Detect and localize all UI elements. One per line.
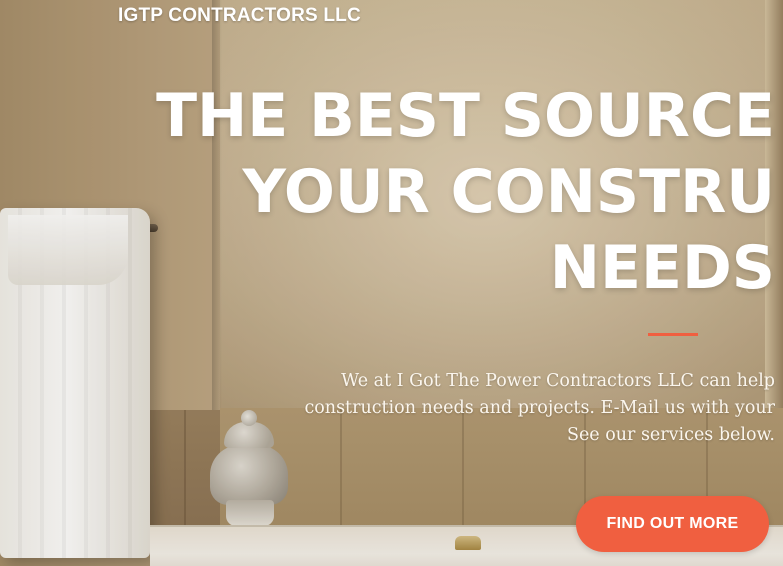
hero-headline-line-2: YOUR CONSTRU: [242, 157, 775, 227]
hero-lead-line-1: We at I Got The Power Contractors LLC ca…: [341, 371, 775, 391]
hero-divider: [648, 333, 698, 336]
hero-lead-line-3: See our services below.: [566, 425, 775, 445]
hero-headline-line-3: NEEDS: [549, 233, 775, 303]
hero-lead-text: We at I Got The Power Contractors LLC ca…: [0, 368, 775, 449]
hero-headline-line-1: THE BEST SOURCE: [156, 81, 775, 151]
hero-headline: THE BEST SOURCE YOUR CONSTRU NEEDS: [0, 78, 775, 306]
find-out-more-button[interactable]: FIND OUT MORE: [576, 496, 769, 552]
navbar-brand[interactable]: IGTP CONTRACTORS LLC: [118, 5, 361, 27]
hero-lead-line-2: construction needs and projects. E-Mail …: [304, 398, 775, 418]
